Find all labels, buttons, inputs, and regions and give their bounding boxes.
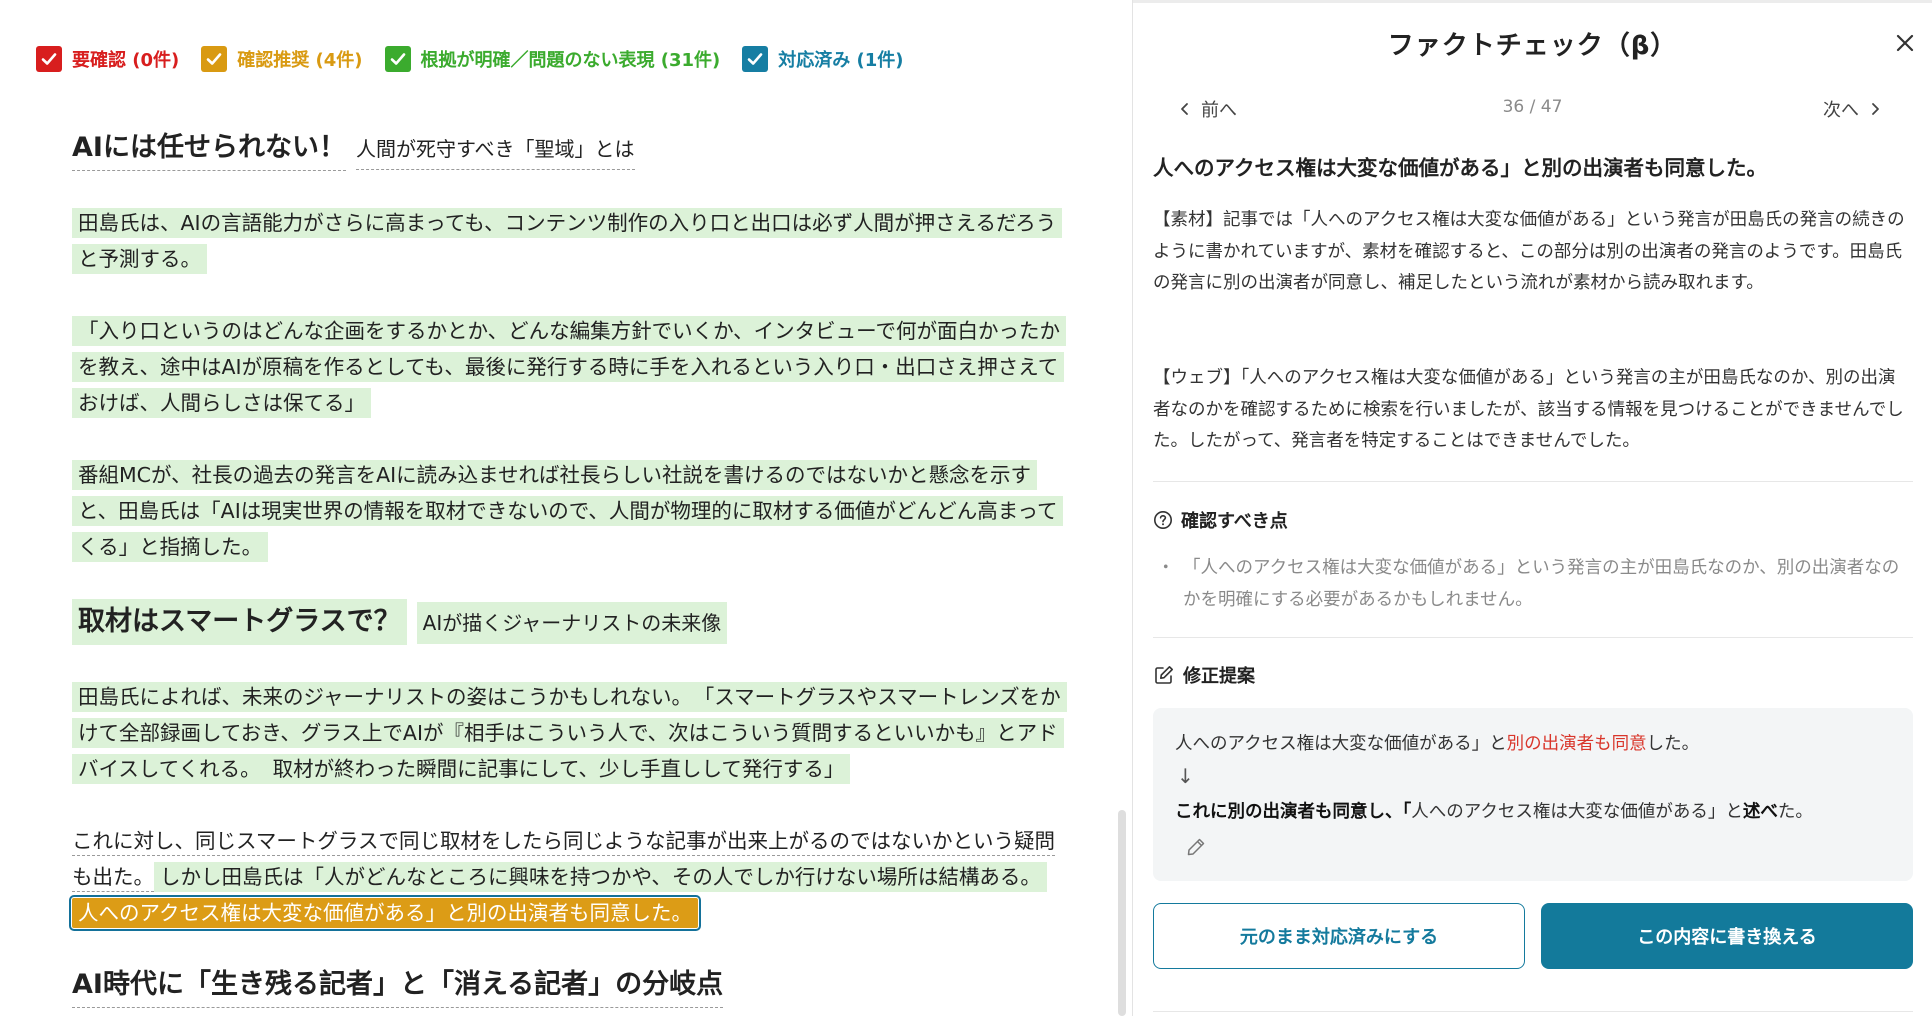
next-label: 次へ xyxy=(1823,100,1859,121)
highlight-clear[interactable]: 取材が終わった瞬間に記事にして、少し手直しして発行する」 xyxy=(266,754,851,784)
check-points-label: 確認すべき点 xyxy=(1181,511,1288,532)
original-flagged: 別の出演者も同意 xyxy=(1506,734,1647,754)
suggested-end: た。 xyxy=(1777,802,1813,822)
suggested-plain: 人へのアクセス権は大変な価値がある」と xyxy=(1411,802,1743,822)
close-icon[interactable] xyxy=(1890,28,1920,58)
heading-main[interactable]: AI時代に「生き残る記者」と「消える記者」の分岐点 xyxy=(72,965,724,1008)
article-pane: 要確認 (0件) 確認推奨 (4件) 根拠が明確／問題のない表現 (31件) 対… xyxy=(0,0,1130,1016)
check-point-item: ・ 「人へのアクセス権は大変な価値がある」という発言の主が田島氏なのか、別の出演… xyxy=(1157,553,1913,616)
paragraph: 田島氏によれば、未来のジャーナリストの姿はこうかもしれない。 「スマートグラスやス… xyxy=(72,679,1067,787)
article-body: AIには任せられない！ 人間が死守すべき「聖域」とは 田島氏は、AIの言語能力が… xyxy=(69,128,1067,1008)
paragraph: 番組MCが、社長の過去の発言をAIに読み込ませれば社長らしい社説を書けるのではな… xyxy=(72,457,1064,565)
bullet-dot: ・ xyxy=(1157,558,1175,578)
paragraph: 「入り口というのはどんな企画をするかとか、どんな編集方針でいくか、インタビューで… xyxy=(72,313,1066,421)
filter-label: 要確認 (0件) xyxy=(72,50,180,71)
pencil-icon[interactable] xyxy=(1185,836,1207,858)
checkbox-icon[interactable] xyxy=(384,46,411,72)
divider xyxy=(1153,637,1913,638)
suggestion-label: 修正提案 xyxy=(1183,666,1255,687)
highlight-active-recommended[interactable]: 人へのアクセス権は大変な価値がある」と別の出演者も同意した。 xyxy=(69,895,701,931)
highlight-clear[interactable]: 田島氏によれば、未来のジャーナリストの姿はこうかもしれない。 xyxy=(72,682,698,712)
section-heading: AIには任せられない！ 人間が死守すべき「聖域」とは xyxy=(72,128,1062,171)
highlight-clear[interactable]: 「入り口というのはどんな企画をするかとか、どんな編集方針でいくか、インタビューで… xyxy=(72,316,1066,418)
original-end: した。 xyxy=(1646,734,1700,754)
item-counter: 36 / 47 xyxy=(1502,97,1563,117)
checkbox-icon[interactable] xyxy=(201,46,228,72)
checkbox-icon[interactable] xyxy=(36,46,62,72)
filter-bar: 要確認 (0件) 確認推奨 (4件) 根拠が明確／問題のない表現 (31件) 対… xyxy=(36,46,926,72)
original-plain: 人へのアクセス権は大変な価値がある」と xyxy=(1175,734,1507,754)
check-point-text: 「人へのアクセス権は大変な価値がある」という発言の主が田島氏なのか、別の出演者な… xyxy=(1183,558,1900,610)
heading-sub[interactable]: 人間が死守すべき「聖域」とは xyxy=(355,131,635,170)
suggested-change: これに別の出演者も同意し、「 xyxy=(1175,802,1412,822)
claim-text: 人へのアクセス権は大変な価値がある」と別の出演者も同意した。 xyxy=(1153,156,1767,180)
chevron-right-icon xyxy=(1872,103,1879,115)
filter-label: 対応済み (1件) xyxy=(778,50,904,71)
highlight-clear[interactable]: 番組MCが、社長の過去の発言をAIに読み込ませれば社長らしい社説を書けるのではな… xyxy=(72,460,1064,562)
highlight-clear[interactable]: しかし田島氏は「人がどんなところに興味を持つかや、その人でしか行けない場所は結構… xyxy=(154,862,1047,892)
filter-resolved[interactable]: 対応済み (1件) xyxy=(742,46,904,72)
suggestion-heading: 修正提案 xyxy=(1153,662,1255,688)
filter-clear[interactable]: 根拠が明確／問題のない表現 (31件) xyxy=(384,46,721,72)
scrollbar-thumb[interactable] xyxy=(1118,810,1126,1016)
filter-needs-check[interactable]: 要確認 (0件) xyxy=(36,46,179,72)
arrow-down-icon: ↓ xyxy=(1177,764,1194,788)
heading-sub[interactable]: AIが描くジャーナリストの未来像 xyxy=(416,602,728,644)
heading-main[interactable]: AIには任せられない！ xyxy=(72,128,346,171)
panel-title: ファクトチェック（β） xyxy=(1387,31,1678,61)
next-button[interactable]: 次へ xyxy=(1823,96,1883,122)
divider xyxy=(1153,1011,1913,1012)
suggested-text: これに別の出演者も同意し、「人へのアクセス権は大変な価値がある」と述べた。 xyxy=(1175,798,1813,823)
question-circle-icon xyxy=(1154,511,1172,529)
heading-main[interactable]: 取材はスマートグラスで？ xyxy=(72,599,407,645)
checkbox-icon[interactable] xyxy=(742,46,769,72)
material-finding: 【素材】記事では「人へのアクセス権は大変な価値がある」という発言が田島氏の発言の… xyxy=(1153,210,1905,293)
paragraph: 田島氏は、AIの言語能力がさらに高まっても、コンテンツ制作の入り口と出口は必ず人… xyxy=(72,205,1063,277)
highlight-clear[interactable]: 田島氏は、AIの言語能力がさらに高まっても、コンテンツ制作の入り口と出口は必ず人… xyxy=(72,208,1063,274)
fact-check-panel: ファクトチェック（β） 前へ 36 / 47 次へ 人へのアクセス権は大変な価値… xyxy=(1133,0,1932,1016)
filter-recommended[interactable]: 確認推奨 (4件) xyxy=(201,46,363,72)
paragraph: これに対し、同じスマートグラスで同じ取材をしたら同じような記事が出来上がるのでは… xyxy=(69,823,1062,931)
suggestion-box: 人へのアクセス権は大変な価値がある」と別の出演者も同意した。 ↓ これに別の出演… xyxy=(1153,708,1913,881)
section-heading: 取材はスマートグラスで？ AIが描くジャーナリストの未来像 xyxy=(72,599,1062,645)
check-points-heading: 確認すべき点 xyxy=(1153,507,1288,533)
divider xyxy=(1153,481,1913,482)
original-text: 人へのアクセス権は大変な価値がある」と別の出演者も同意した。 xyxy=(1175,730,1699,755)
apply-rewrite-button[interactable]: この内容に書き換える xyxy=(1541,903,1913,969)
suggested-change: 述べ xyxy=(1742,802,1778,822)
filter-label: 根拠が明確／問題のない表現 (31件) xyxy=(420,50,721,71)
mark-resolved-button[interactable]: 元のまま対応済みにする xyxy=(1153,903,1525,969)
edit-square-icon xyxy=(1155,666,1173,684)
section-heading: AI時代に「生き残る記者」と「消える記者」の分岐点 xyxy=(72,965,1062,1008)
filter-label: 確認推奨 (4件) xyxy=(237,50,363,71)
web-finding: 【ウェブ】「人へのアクセス権は大変な価値がある」という発言の主が田島氏なのか、別… xyxy=(1153,368,1904,451)
